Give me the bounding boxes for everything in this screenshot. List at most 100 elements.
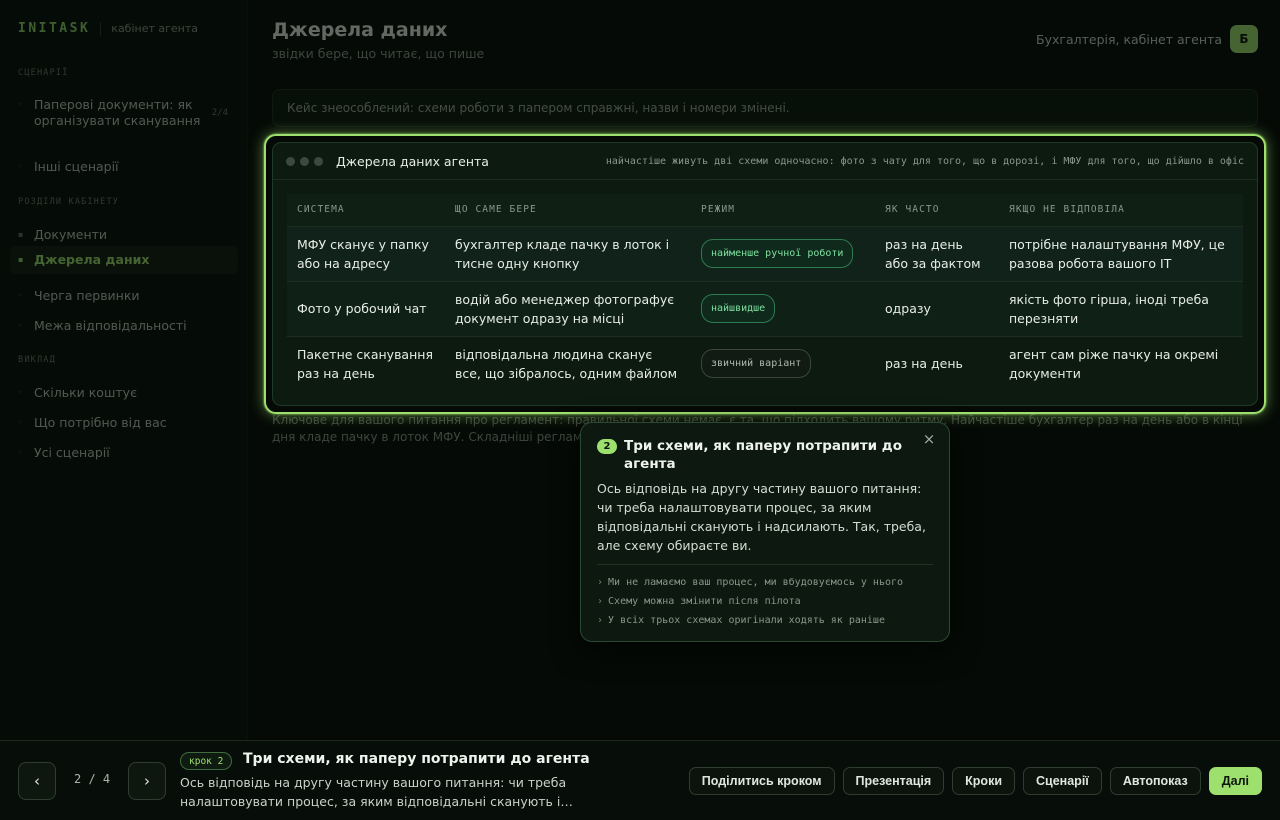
table-row: Фото у робочий чат водій або менеджер фо… <box>287 281 1243 337</box>
sidebar-item-label: Документи <box>34 227 108 242</box>
bullet-icon: ◦ <box>18 388 23 397</box>
popover-divider <box>597 564 933 565</box>
cell-fallback: якість фото гірша, іноді треба перезняти <box>999 281 1243 337</box>
sidebar: INITASK кабінет агента СЦЕНАРІЇ ◦ Паперо… <box>0 0 248 740</box>
sidebar-item-label: Усі сценарії <box>34 445 110 460</box>
step-description: Ось відповідь на другу частину вашого пи… <box>180 775 573 809</box>
org-name: Бухгалтерія, кабінет агента <box>1036 31 1222 47</box>
sidebar-item-label: Інші сценарії <box>34 159 119 174</box>
tour-popover: 2 Три схеми, як паперу потрапити до аген… <box>580 422 950 642</box>
bullet-icon: ▪ <box>18 255 24 264</box>
sidebar-item-pricing[interactable]: ◦ Скільки коштує <box>10 379 238 407</box>
brand: INITASK кабінет агента <box>18 21 198 36</box>
cell-frequency: раз на день <box>875 336 999 391</box>
bullet-icon: ◦ <box>18 291 23 300</box>
step-title: Три схеми, як паперу потрапити до агента <box>243 751 590 767</box>
sidebar-item-paper-documents[interactable]: ◦ Паперові документи: як організувати ск… <box>10 91 238 135</box>
popover-title: Три схеми, як паперу потрапити до агента <box>624 438 902 472</box>
bullet-icon: ▪ <box>18 230 24 239</box>
sidebar-item-data-sources[interactable]: ▪ Джерела даних <box>10 246 238 274</box>
sidebar-item-label: Скільки коштує <box>34 385 137 400</box>
panel-header: Джерела даних агента найчастіше живуть д… <box>273 143 1257 180</box>
section-label-summary: ВИКЛАД <box>18 355 56 365</box>
sidebar-item-label: Паперові документи: як організувати скан… <box>34 97 201 128</box>
sidebar-item-other-scenarios[interactable]: ◦ Інші сценарії <box>10 153 238 181</box>
mode-badge: звичний варіант <box>701 349 812 379</box>
table-row: Пакетне сканування раз на день відповіда… <box>287 336 1243 391</box>
table-row: МФУ сканує у папку або на адресу бухгалт… <box>287 226 1243 282</box>
sidebar-item-label: Джерела даних <box>34 252 150 267</box>
column-header-system: СИСТЕМА <box>287 194 445 227</box>
window-dot-icon <box>314 156 323 166</box>
scenarios-button[interactable]: Сценарії <box>1023 767 1102 795</box>
action-buttons: Поділитись кроком Презентація Кроки Сцен… <box>688 767 1262 795</box>
column-header-fallback: ЯКЩО НЕ ВІДПОВІЛА <box>999 194 1243 227</box>
list-item: › Схему можна змінити після пілота <box>597 592 903 611</box>
steps-button[interactable]: Кроки <box>952 767 1016 795</box>
sidebar-item-requirements[interactable]: ◦ Що потрібно від вас <box>10 409 238 437</box>
chevron-right-icon: › <box>144 772 150 790</box>
list-item: › У всіх трьох схемах оригінали ходять як… <box>597 611 903 630</box>
tour-bottom-bar: ‹ 2 / 4 › крок 2 Три схеми, як паперу по… <box>0 740 1280 820</box>
notice-banner: Кейс знеособлений: схеми роботи з паперо… <box>272 89 1258 127</box>
org-switcher[interactable]: Бухгалтерія, кабінет агента Б <box>1036 25 1258 53</box>
chevron-right-icon: › <box>597 596 604 607</box>
chevron-right-icon: › <box>597 577 604 588</box>
mode-badge: найшвидше <box>701 294 776 323</box>
cell-mode: звичний варіант <box>691 336 875 391</box>
list-item: › Ми не ламаємо ваш процес, ми вбудовуємо… <box>597 573 903 592</box>
panel-title: Джерела даних агента <box>336 153 489 169</box>
popover-body: Ось відповідь на другу частину вашого пи… <box>597 481 926 553</box>
cell-system: Пакетне сканування раз на день <box>287 336 445 391</box>
chevron-left-icon: ‹ <box>34 772 40 790</box>
bullet-text: У всіх трьох схемах оригінали ходять як … <box>608 615 885 626</box>
sidebar-item-label: Межа відповідальності <box>34 318 187 333</box>
avatar: Б <box>1230 25 1258 53</box>
sidebar-item-primary-queue[interactable]: ◦ Черга первинки <box>10 282 238 310</box>
window-dot-icon <box>286 156 295 166</box>
cell-fallback: потрібне налаштування МФУ, це разова роб… <box>999 226 1243 282</box>
prev-step-button[interactable]: ‹ <box>18 762 56 800</box>
cell-mode: найшвидше <box>691 281 875 337</box>
bullet-icon: ◦ <box>18 321 23 330</box>
cell-frequency: одразу <box>875 281 999 337</box>
next-button[interactable]: Далі <box>1208 767 1262 795</box>
column-header-takes: ЩО САМЕ БЕРЕ <box>445 194 691 227</box>
brand-logo: INITASK <box>18 21 91 36</box>
next-step-arrow-button[interactable]: › <box>128 762 166 800</box>
column-header-mode: РЕЖИМ <box>691 194 875 227</box>
panel-note: найчастіше живуть дві схеми одночасно: ф… <box>605 155 1244 167</box>
sidebar-item-documents[interactable]: ▪ Документи <box>10 221 238 249</box>
cell-system: Фото у робочий чат <box>287 281 445 337</box>
cell-takes: відповідальна людина сканує все, що зібр… <box>445 336 691 391</box>
share-step-button[interactable]: Поділитись кроком <box>688 767 835 795</box>
sidebar-item-all-scenarios[interactable]: ◦ Усі сценарії <box>10 439 238 467</box>
autoplay-button[interactable]: Автопоказ <box>1109 767 1201 795</box>
sidebar-item-label: Що потрібно від вас <box>34 415 167 430</box>
cell-takes: бухгалтер кладе пачку в лоток і тисне од… <box>445 226 691 282</box>
section-label-scenarios: СЦЕНАРІЇ <box>18 68 69 78</box>
sidebar-item-responsibility[interactable]: ◦ Межа відповідальності <box>10 312 238 340</box>
bullet-icon: ◦ <box>18 448 23 457</box>
popover-bullets: › Ми не ламаємо ваш процес, ми вбудовуємо… <box>597 573 903 630</box>
step-badge: крок 2 <box>180 752 233 770</box>
cell-mode: найменше ручної роботи <box>691 226 875 282</box>
column-header-frequency: ЯК ЧАСТО <box>875 194 999 227</box>
step-number-badge: 2 <box>597 439 617 454</box>
brand-subtitle: кабінет агента <box>111 22 199 35</box>
table-header-row: СИСТЕМА ЩО САМЕ БЕРЕ РЕЖИМ ЯК ЧАСТО ЯКЩО… <box>287 194 1243 227</box>
data-sources-panel: Джерела даних агента найчастіше живуть д… <box>272 142 1258 406</box>
cell-takes: водій або менеджер фотографує документ о… <box>445 281 691 337</box>
sidebar-item-count: 2/4 <box>211 108 228 118</box>
bullet-text: Схему можна змінити після пілота <box>608 596 801 607</box>
close-icon[interactable]: × <box>919 429 939 449</box>
cell-system: МФУ сканує у папку або на адресу <box>287 226 445 282</box>
presentation-button[interactable]: Презентація <box>842 767 945 795</box>
page-subtitle: звідки бере, що читає, що пише <box>272 46 485 61</box>
data-sources-table: СИСТЕМА ЩО САМЕ БЕРЕ РЕЖИМ ЯК ЧАСТО ЯКЩО… <box>287 194 1243 391</box>
cell-fallback: агент сам ріже пачку на окремі документи <box>999 336 1243 391</box>
app-root: INITASK кабінет агента СЦЕНАРІЇ ◦ Паперо… <box>0 0 1280 820</box>
mode-badge: найменше ручної роботи <box>701 239 854 268</box>
window-dot-icon <box>300 156 309 166</box>
section-label-cabinet: РОЗДІЛИ КАБІНЕТУ <box>18 197 120 207</box>
